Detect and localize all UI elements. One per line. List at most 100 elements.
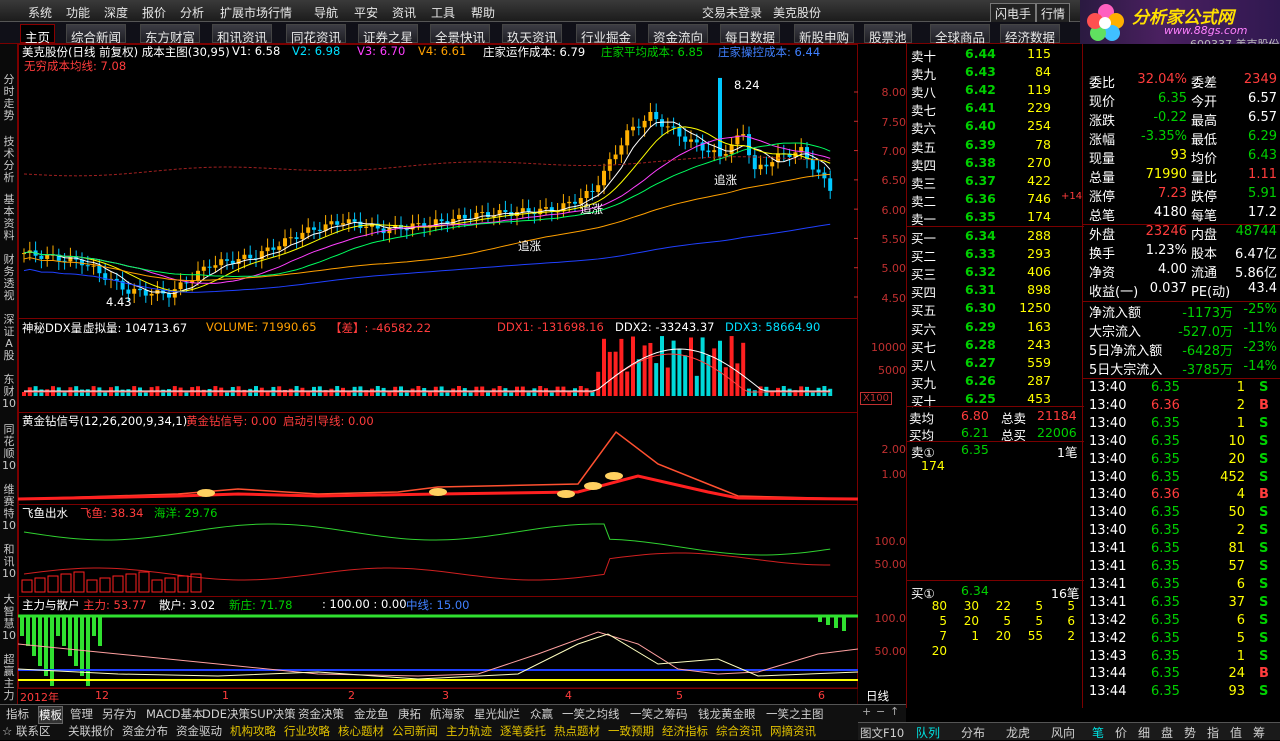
tab-1[interactable]: 综合新闻 — [66, 24, 127, 45]
right-small-tab-1[interactable]: 价 — [1115, 724, 1127, 741]
buy-row[interactable]: 买六 6.29 163 — [911, 319, 1081, 337]
bottom-info-item-12[interactable]: 经济指标 — [662, 723, 708, 739]
menu-item-10[interactable]: 帮助 — [471, 4, 495, 21]
sell-row[interactable]: 卖五 6.39 78 — [911, 137, 1081, 155]
bottom-toolbar-item-6[interactable]: SUP决策 — [250, 706, 296, 722]
sell-row[interactable]: 卖四 6.38 270 — [911, 155, 1081, 173]
tab-3[interactable]: 和讯资讯 — [212, 24, 273, 45]
buy-row[interactable]: 买九 6.26 287 — [911, 373, 1081, 391]
quote-button[interactable]: 行情 — [1036, 3, 1071, 24]
bottom-toolbar-item-2[interactable]: 管理 — [70, 706, 93, 722]
bottom-info-item-11[interactable]: 一致预期 — [608, 723, 654, 739]
right-tab-1[interactable]: 分布 — [961, 724, 985, 741]
right-small-tab-6[interactable]: 值 — [1230, 724, 1242, 741]
sell-row[interactable]: 卖二 6.36 746 +14 — [911, 191, 1082, 209]
bottom-info-item-4[interactable]: 机构攻略 — [230, 723, 276, 739]
bottom-info-item-1[interactable]: 关联报价 — [68, 723, 114, 739]
left-nav-4[interactable]: 深证A股 — [2, 314, 16, 362]
bottom-toolbar-item-4[interactable]: MACD基本 — [146, 706, 203, 722]
tab-14[interactable]: 经济数据 — [1000, 24, 1061, 45]
tab-11[interactable]: 新股申购 — [794, 24, 855, 45]
sell-row[interactable]: 卖八 6.42 119 — [911, 82, 1081, 100]
buy-row[interactable]: 买三 6.32 406 — [911, 264, 1081, 282]
left-nav-0[interactable]: 分时走势 — [2, 74, 16, 122]
zoom-controls[interactable]: + − ↑ — [858, 705, 906, 721]
buy-row[interactable]: 买四 6.31 898 — [911, 282, 1081, 300]
menu-item-9[interactable]: 工具 — [431, 4, 455, 21]
bottom-toolbar-item-14[interactable]: 一笑之筹码 — [630, 706, 688, 722]
right-small-tab-3[interactable]: 盘 — [1161, 724, 1173, 741]
tab-5[interactable]: 证券之星 — [358, 24, 419, 45]
bottom-toolbar-item-10[interactable]: 航海家 — [430, 706, 465, 722]
right-tab-3[interactable]: 风向 — [1051, 724, 1075, 741]
menu-item-8[interactable]: 资讯 — [392, 4, 416, 21]
menu-item-7[interactable]: 平安 — [354, 4, 378, 21]
sell-row[interactable]: 卖十 6.44 115 — [911, 46, 1081, 64]
left-nav-8[interactable]: 和讯10 — [2, 544, 16, 580]
menu-item-0[interactable]: 系统 — [28, 4, 52, 21]
menu-item-4[interactable]: 分析 — [180, 4, 204, 21]
bottom-info-item-7[interactable]: 公司新闻 — [392, 723, 438, 739]
bottom-info-item-10[interactable]: 热点题材 — [554, 723, 600, 739]
bottom-info-item-0[interactable]: ☆ 联系区 — [2, 723, 50, 739]
bottom-toolbar-item-5[interactable]: DDE决策 — [202, 706, 250, 722]
menu-item-3[interactable]: 报价 — [142, 4, 166, 21]
left-nav-10[interactable]: 超赢主力 — [2, 654, 16, 702]
f10-button[interactable]: 图文F10 — [860, 725, 904, 741]
tab-9[interactable]: 资金流向 — [648, 24, 709, 45]
bottom-info-item-5[interactable]: 行业攻略 — [284, 723, 330, 739]
scroll-up-icon[interactable]: ↑ — [890, 705, 899, 718]
menu-item-5[interactable]: 扩展市场行情 — [220, 4, 292, 21]
right-small-tab-4[interactable]: 势 — [1184, 724, 1196, 741]
tab-12[interactable]: 股票池 — [864, 24, 912, 45]
buy-row[interactable]: 买八 6.27 559 — [911, 355, 1081, 373]
bottom-toolbar-item-9[interactable]: 庚拓 — [398, 706, 421, 722]
sell-row[interactable]: 卖六 6.40 254 — [911, 118, 1081, 136]
bottom-toolbar-item-3[interactable]: 另存为 — [102, 706, 137, 722]
bottom-info-item-8[interactable]: 主力轨迹 — [446, 723, 492, 739]
bottom-info-item-2[interactable]: 资金分布 — [122, 723, 168, 739]
tab-10[interactable]: 每日数据 — [720, 24, 781, 45]
bottom-toolbar-item-11[interactable]: 星光灿烂 — [474, 706, 520, 722]
left-nav-7[interactable]: 维赛特10 — [2, 484, 16, 532]
tab-7[interactable]: 玖天资讯 — [502, 24, 563, 45]
tab-6[interactable]: 全景快讯 — [430, 24, 491, 45]
bottom-info-item-3[interactable]: 资金驱动 — [176, 723, 222, 739]
lightning-hand-button[interactable]: 闪电手 — [990, 3, 1037, 24]
sell-row[interactable]: 卖九 6.43 84 — [911, 64, 1081, 82]
right-tab-0[interactable]: 队列 — [916, 724, 940, 741]
tab-4[interactable]: 同花资讯 — [286, 24, 347, 45]
bottom-toolbar-item-8[interactable]: 金龙鱼 — [354, 706, 389, 722]
right-small-tab-5[interactable]: 指 — [1207, 724, 1219, 741]
bottom-toolbar-item-0[interactable]: 指标 — [6, 706, 29, 722]
tab-13[interactable]: 全球商品 — [930, 24, 991, 45]
sell-row[interactable]: 卖七 6.41 229 — [911, 100, 1081, 118]
buy-row[interactable]: 买二 6.33 293 — [911, 246, 1081, 264]
menu-item-2[interactable]: 深度 — [104, 4, 128, 21]
left-nav-9[interactable]: 大智慧10 — [2, 594, 16, 642]
buy-row[interactable]: 买一 6.34 288 — [911, 228, 1081, 246]
left-nav-5[interactable]: 东财10 — [2, 374, 16, 410]
buy-row[interactable]: 买七 6.28 243 — [911, 337, 1081, 355]
buy-row[interactable]: 买五 6.30 1250 — [911, 300, 1081, 318]
tab-0[interactable]: 主页 — [20, 24, 56, 45]
bottom-info-item-14[interactable]: 网摘资讯 — [770, 723, 816, 739]
bottom-info-item-9[interactable]: 逐笔委托 — [500, 723, 546, 739]
menu-item-6[interactable]: 导航 — [314, 4, 338, 21]
bottom-toolbar-item-7[interactable]: 资金决策 — [298, 706, 344, 722]
bottom-toolbar-item-12[interactable]: 众赢 — [530, 706, 553, 722]
tab-2[interactable]: 东方财富 — [140, 24, 201, 45]
left-nav-3[interactable]: 财务透视 — [2, 254, 16, 302]
right-small-tab-7[interactable]: 筹 — [1253, 724, 1265, 741]
left-nav-6[interactable]: 同花顺10 — [2, 424, 16, 472]
menu-item-1[interactable]: 功能 — [66, 4, 90, 21]
bottom-toolbar-item-15[interactable]: 钱龙黄金眼 — [698, 706, 756, 722]
period-label[interactable]: 日线 — [866, 688, 889, 704]
sell-row[interactable]: 卖一 6.35 174 — [911, 209, 1081, 227]
right-small-tab-2[interactable]: 细 — [1138, 724, 1150, 741]
bottom-info-item-6[interactable]: 核心题材 — [338, 723, 384, 739]
left-nav-2[interactable]: 基本资料 — [2, 194, 16, 242]
bottom-toolbar-item-13[interactable]: 一笑之均线 — [562, 706, 620, 722]
right-small-tab-0[interactable]: 笔 — [1092, 724, 1104, 741]
zoom-out-icon[interactable]: − — [876, 705, 885, 718]
